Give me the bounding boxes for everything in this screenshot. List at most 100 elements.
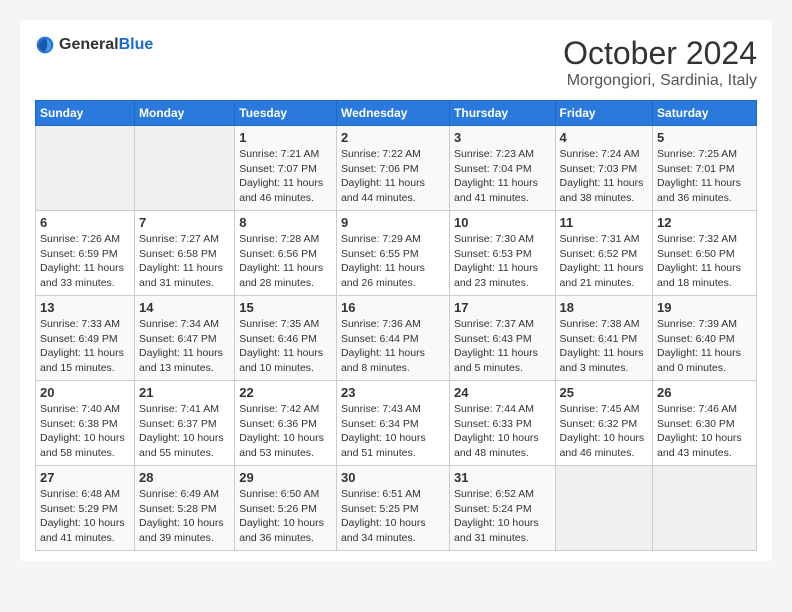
sunrise: Sunrise: 7:26 AM bbox=[40, 233, 120, 245]
daylight: Daylight: 11 hours and 38 minutes. bbox=[560, 177, 644, 204]
sunset: Sunset: 7:06 PM bbox=[341, 163, 419, 175]
day-info: Sunrise: 7:30 AMSunset: 6:53 PMDaylight:… bbox=[454, 232, 551, 291]
sunrise: Sunrise: 7:35 AM bbox=[239, 318, 319, 330]
sunrise: Sunrise: 7:39 AM bbox=[657, 318, 737, 330]
calendar-day-cell: 27Sunrise: 6:48 AMSunset: 5:29 PMDayligh… bbox=[36, 466, 135, 551]
day-number: 8 bbox=[239, 215, 332, 230]
logo-icon bbox=[35, 35, 55, 55]
calendar-day-cell: 10 Sunrise: 7:30 AMSunset: 6:53 PMDayligh… bbox=[450, 211, 556, 296]
day-info: Sunrise: 7:36 AMSunset: 6:44 PMDaylight:… bbox=[341, 317, 445, 376]
sunrise: Sunrise: 7:24 AM bbox=[560, 148, 640, 160]
weekday-header: Sunday bbox=[36, 101, 135, 126]
calendar-day-cell: 22 Sunrise: 7:42 AMSunset: 6:36 PMDayligh… bbox=[235, 381, 337, 466]
day-info: Sunrise: 7:46 AMSunset: 6:30 PMDaylight:… bbox=[657, 402, 752, 461]
day-info: Sunrise: 7:25 AMSunset: 7:01 PMDaylight:… bbox=[657, 147, 752, 206]
calendar-day-cell bbox=[36, 126, 135, 211]
sunset: Sunset: 5:29 PM bbox=[40, 503, 118, 515]
day-info: Sunrise: 7:23 AMSunset: 7:04 PMDaylight:… bbox=[454, 147, 551, 206]
sunset: Sunset: 6:30 PM bbox=[657, 418, 735, 430]
weekday-header: Tuesday bbox=[235, 101, 337, 126]
day-info: Sunrise: 7:42 AMSunset: 6:36 PMDaylight:… bbox=[239, 402, 332, 461]
sunrise: Sunrise: 7:43 AM bbox=[341, 403, 421, 415]
day-number: 28 bbox=[139, 470, 230, 485]
daylight: Daylight: 11 hours and 26 minutes. bbox=[341, 262, 425, 289]
day-info: Sunrise: 7:28 AMSunset: 6:56 PMDaylight:… bbox=[239, 232, 332, 291]
daylight: Daylight: 10 hours and 51 minutes. bbox=[341, 432, 426, 459]
calendar-day-cell: 6 Sunrise: 7:26 AMSunset: 6:59 PMDaylight… bbox=[36, 211, 135, 296]
day-number: 3 bbox=[454, 130, 551, 145]
day-number: 11 bbox=[560, 215, 649, 230]
calendar-container: GeneralBlue October 2024 Morgongiori, Sa… bbox=[20, 20, 772, 561]
header: GeneralBlue October 2024 Morgongiori, Sa… bbox=[35, 35, 757, 90]
calendar-day-cell: 30 Sunrise: 6:51 AM Sunset: 5:25 PM Dayligh… bbox=[336, 466, 449, 551]
day-info: Sunrise: 7:21 AMSunset: 7:07 PMDaylight:… bbox=[239, 147, 332, 206]
calendar-day-cell: 7Sunrise: 7:27 AMSunset: 6:58 PMDaylight… bbox=[135, 211, 235, 296]
day-info: Sunrise: 7:26 AMSunset: 6:59 PMDaylight:… bbox=[40, 232, 130, 291]
daylight: Daylight: 10 hours and 34 minutes. bbox=[341, 517, 426, 544]
weekday-header: Thursday bbox=[450, 101, 556, 126]
day-number: 6 bbox=[40, 215, 130, 230]
daylight: Daylight: 10 hours and 46 minutes. bbox=[560, 432, 645, 459]
weekday-header: Saturday bbox=[653, 101, 757, 126]
calendar-day-cell: 12Sunrise: 7:32 AMSunset: 6:50 PMDayligh… bbox=[653, 211, 757, 296]
daylight: Daylight: 11 hours and 18 minutes. bbox=[657, 262, 741, 289]
calendar-week-row: 13Sunrise: 7:33 AMSunset: 6:49 PMDayligh… bbox=[36, 296, 757, 381]
day-info: Sunrise: 6:49 AMSunset: 5:28 PMDaylight:… bbox=[139, 487, 230, 546]
day-number: 30 bbox=[341, 470, 445, 485]
daylight: Daylight: 10 hours and 39 minutes. bbox=[139, 517, 224, 544]
sunset: Sunset: 6:44 PM bbox=[341, 333, 419, 345]
calendar-day-cell: 1Sunrise: 7:21 AMSunset: 7:07 PMDaylight… bbox=[235, 126, 337, 211]
sunset: Sunset: 6:37 PM bbox=[139, 418, 217, 430]
sunset: Sunset: 6:58 PM bbox=[139, 248, 217, 260]
sunrise: Sunrise: 7:45 AM bbox=[560, 403, 640, 415]
day-number: 9 bbox=[341, 215, 445, 230]
daylight: Daylight: 10 hours and 48 minutes. bbox=[454, 432, 539, 459]
sunset: Sunset: 7:04 PM bbox=[454, 163, 532, 175]
day-number: 21 bbox=[139, 385, 230, 400]
day-number: 22 bbox=[239, 385, 332, 400]
day-number: 26 bbox=[657, 385, 752, 400]
sunset: Sunset: 6:55 PM bbox=[341, 248, 419, 260]
calendar-day-cell: 14Sunrise: 7:34 AMSunset: 6:47 PMDayligh… bbox=[135, 296, 235, 381]
day-number: 29 bbox=[239, 470, 332, 485]
daylight: Daylight: 10 hours and 58 minutes. bbox=[40, 432, 125, 459]
daylight: Daylight: 11 hours and 15 minutes. bbox=[40, 347, 124, 374]
day-info: Sunrise: 7:40 AMSunset: 6:38 PMDaylight:… bbox=[40, 402, 130, 461]
sunset: Sunset: 6:34 PM bbox=[341, 418, 419, 430]
day-number: 4 bbox=[560, 130, 649, 145]
sunset: Sunset: 6:46 PM bbox=[239, 333, 317, 345]
calendar-day-cell: 4Sunrise: 7:24 AMSunset: 7:03 PMDaylight… bbox=[555, 126, 653, 211]
daylight: Daylight: 10 hours and 41 minutes. bbox=[40, 517, 125, 544]
sunset: Sunset: 6:40 PM bbox=[657, 333, 735, 345]
sunrise: Sunrise: 7:40 AM bbox=[40, 403, 120, 415]
sunset: Sunset: 6:43 PM bbox=[454, 333, 532, 345]
day-info: Sunrise: 7:27 AMSunset: 6:58 PMDaylight:… bbox=[139, 232, 230, 291]
sunset: Sunset: 6:50 PM bbox=[657, 248, 735, 260]
sunset: Sunset: 6:53 PM bbox=[454, 248, 532, 260]
calendar-day-cell: 29Sunrise: 6:50 AMSunset: 5:26 PMDayligh… bbox=[235, 466, 337, 551]
daylight: Daylight: 11 hours and 46 minutes. bbox=[239, 177, 323, 204]
sunrise: Sunrise: 7:44 AM bbox=[454, 403, 534, 415]
day-number: 10 bbox=[454, 215, 551, 230]
calendar-day-cell: 20Sunrise: 7:40 AMSunset: 6:38 PMDayligh… bbox=[36, 381, 135, 466]
sunset: Sunset: 5:24 PM bbox=[454, 503, 532, 515]
day-info: Sunrise: 7:29 AMSunset: 6:55 PMDaylight:… bbox=[341, 232, 445, 291]
sunrise: Sunrise: 6:51 AM bbox=[341, 488, 421, 500]
header-row: SundayMondayTuesdayWednesdayThursdayFrid… bbox=[36, 101, 757, 126]
day-info: Sunrise: 6:52 AMSunset: 5:24 PMDaylight:… bbox=[454, 487, 551, 546]
calendar-week-row: 6 Sunrise: 7:26 AMSunset: 6:59 PMDaylight… bbox=[36, 211, 757, 296]
sunset: Sunset: 6:41 PM bbox=[560, 333, 638, 345]
logo: GeneralBlue bbox=[35, 35, 153, 55]
sunset: Sunset: 6:56 PM bbox=[239, 248, 317, 260]
sunset: Sunset: 5:25 PM bbox=[341, 503, 419, 515]
sunrise: Sunrise: 6:48 AM bbox=[40, 488, 120, 500]
logo-text: GeneralBlue bbox=[59, 36, 153, 54]
day-info: Sunrise: 6:51 AM Sunset: 5:25 PM Daylight:… bbox=[341, 487, 445, 546]
calendar-subtitle: Morgongiori, Sardinia, Italy bbox=[563, 72, 757, 90]
day-number: 16 bbox=[341, 300, 445, 315]
sunrise: Sunrise: 7:28 AM bbox=[239, 233, 319, 245]
calendar-day-cell: 28 Sunrise: 6:49 AMSunset: 5:28 PMDayligh… bbox=[135, 466, 235, 551]
day-info: Sunrise: 7:45 AM Sunset: 6:32 PM Daylight:… bbox=[560, 402, 649, 461]
day-info: Sunrise: 7:32 AMSunset: 6:50 PMDaylight:… bbox=[657, 232, 752, 291]
sunset: Sunset: 6:32 PM bbox=[560, 418, 638, 430]
